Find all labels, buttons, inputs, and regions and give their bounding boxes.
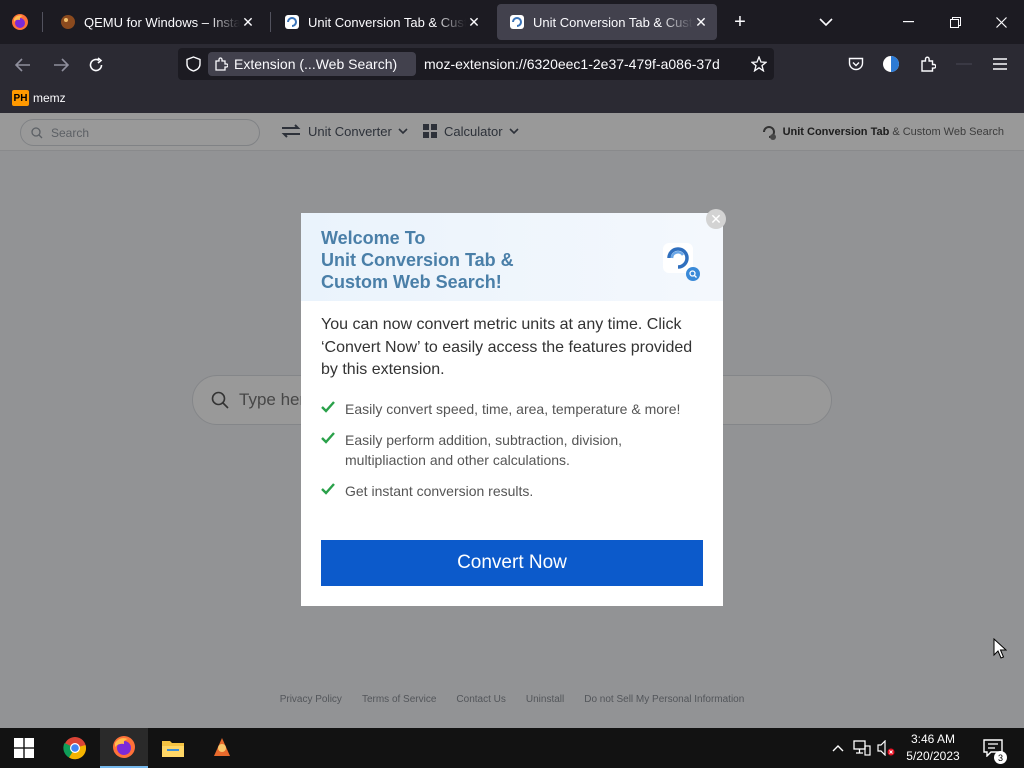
mouse-pointer-icon <box>993 638 1007 659</box>
qemu-favicon-icon <box>61 15 75 29</box>
network-tray-button[interactable] <box>852 739 872 757</box>
app-menu-button[interactable] <box>990 54 1010 74</box>
taskbar-firefox[interactable] <box>100 728 148 768</box>
new-tab-button[interactable]: + <box>728 10 752 34</box>
taskbar-chrome[interactable] <box>51 728 99 768</box>
network-icon <box>853 740 871 756</box>
bookmark-memz[interactable]: PH memz <box>12 90 66 106</box>
bookmark-label: memz <box>33 91 66 105</box>
tracking-protection-button[interactable] <box>184 55 202 73</box>
firefox-view-button[interactable] <box>6 8 34 36</box>
url-bar[interactable]: Extension (...Web Search) moz-extension:… <box>178 48 774 80</box>
list-all-tabs-button[interactable] <box>814 10 838 34</box>
unit-conversion-favicon-icon <box>510 15 524 29</box>
welcome-modal: Welcome To Unit Conversion Tab & Custom … <box>301 209 726 606</box>
list-item: Easily convert speed, time, area, temper… <box>321 399 705 419</box>
url-text[interactable]: moz-extension://6320eec1-2e37-479f-a086-… <box>424 56 746 72</box>
feature-text: Easily perform addition, subtraction, di… <box>345 432 623 468</box>
extensions-menu-button[interactable] <box>918 54 938 74</box>
tab-close-icon[interactable]: ✕ <box>466 14 482 30</box>
windows-logo-icon <box>14 738 34 758</box>
account-button[interactable] <box>954 55 974 75</box>
firefox-icon <box>113 736 135 758</box>
windows-taskbar: 3:46 AM 5/20/2023 <box>0 728 1024 768</box>
firefox-icon <box>12 14 28 30</box>
forward-button[interactable] <box>50 54 72 76</box>
notification-count-badge: 3 <box>994 751 1007 764</box>
checkmark-icon <box>321 432 335 444</box>
tab-separator <box>42 12 43 32</box>
taskbar-qemu[interactable] <box>198 728 246 768</box>
tab-title: QEMU for Windows – Installe <box>84 14 240 30</box>
tab-title: Unit Conversion Tab & Custom <box>308 14 466 30</box>
pocket-icon <box>848 57 864 70</box>
extension-identity-text: Extension (...Web Search) <box>234 56 398 72</box>
chevron-up-icon <box>832 745 844 752</box>
extension-toolbar-button[interactable] <box>881 54 901 74</box>
checkmark-icon <box>321 401 335 413</box>
puzzle-piece-icon <box>921 56 936 72</box>
close-icon <box>995 16 1007 28</box>
volume-muted-icon <box>877 740 895 756</box>
bookmarks-toolbar: PH memz <box>0 85 1024 113</box>
tab-bar: QEMU for Windows – Installe ✕ Unit Conve… <box>0 0 1024 44</box>
pocket-button[interactable] <box>846 54 866 74</box>
tab-separator <box>270 12 271 32</box>
tab-unit-conversion[interactable]: Unit Conversion Tab & Custom ✕ <box>272 4 490 40</box>
folder-icon <box>162 741 184 757</box>
tab-qemu[interactable]: QEMU for Windows – Installe ✕ <box>48 4 264 40</box>
extension-logo-icon <box>663 243 700 281</box>
arrow-left-icon <box>15 58 30 72</box>
ph-favicon-icon: PH <box>12 90 29 106</box>
extension-logo-icon <box>883 56 899 72</box>
tab-unit-conversion-active[interactable]: Unit Conversion Tab & Custom ✕ <box>497 4 717 40</box>
system-clock[interactable]: 3:46 AM 5/20/2023 <box>900 731 966 765</box>
checkmark-icon <box>321 483 335 495</box>
reload-button[interactable] <box>85 54 107 76</box>
volume-tray-button[interactable] <box>876 739 896 757</box>
tab-close-icon[interactable]: ✕ <box>240 14 256 30</box>
chrome-icon <box>63 737 87 760</box>
arrow-right-icon <box>54 58 69 72</box>
chevron-down-icon <box>819 17 833 26</box>
puzzle-piece-icon <box>215 57 228 71</box>
tab-close-icon[interactable]: ✕ <box>693 14 709 30</box>
show-hidden-icons-button[interactable] <box>830 740 846 756</box>
separator-icon <box>956 63 972 65</box>
feature-list: Easily convert speed, time, area, temper… <box>321 399 705 512</box>
extension-identity-label[interactable]: Extension (...Web Search) <box>208 52 416 76</box>
navigation-toolbar: Extension (...Web Search) moz-extension:… <box>0 44 1024 85</box>
shield-icon <box>185 56 201 72</box>
hamburger-menu-icon <box>993 58 1007 70</box>
convert-now-button[interactable]: Convert Now <box>321 540 703 586</box>
modal-description: You can now convert metric units at any … <box>321 316 693 378</box>
feature-text: Easily convert speed, time, area, temper… <box>345 401 681 417</box>
minimize-button[interactable] <box>896 12 920 32</box>
restore-button[interactable] <box>943 12 967 32</box>
list-item: Get instant conversion results. <box>321 481 705 501</box>
back-button[interactable] <box>12 54 34 76</box>
taskbar-file-explorer[interactable] <box>149 728 197 768</box>
reload-icon <box>89 57 103 72</box>
modal-header: Welcome To Unit Conversion Tab & Custom … <box>301 213 723 301</box>
clock-date: 5/20/2023 <box>906 749 960 763</box>
star-icon <box>751 56 767 72</box>
modal-title: Welcome To Unit Conversion Tab & Custom … <box>321 228 514 292</box>
tab-title: Unit Conversion Tab & Custom <box>533 14 693 30</box>
list-item: Easily perform addition, subtraction, di… <box>321 430 705 470</box>
unit-conversion-favicon-icon <box>285 15 299 29</box>
minimize-icon <box>902 21 914 23</box>
start-button[interactable] <box>0 728 48 768</box>
modal-close-button[interactable]: ✕ <box>706 209 726 229</box>
clock-time: 3:46 AM <box>910 732 956 746</box>
close-window-button[interactable] <box>989 12 1013 32</box>
restore-icon <box>949 16 961 28</box>
feature-text: Get instant conversion results. <box>345 483 534 499</box>
bookmark-star-button[interactable] <box>750 55 768 73</box>
qemu-icon <box>214 738 230 756</box>
